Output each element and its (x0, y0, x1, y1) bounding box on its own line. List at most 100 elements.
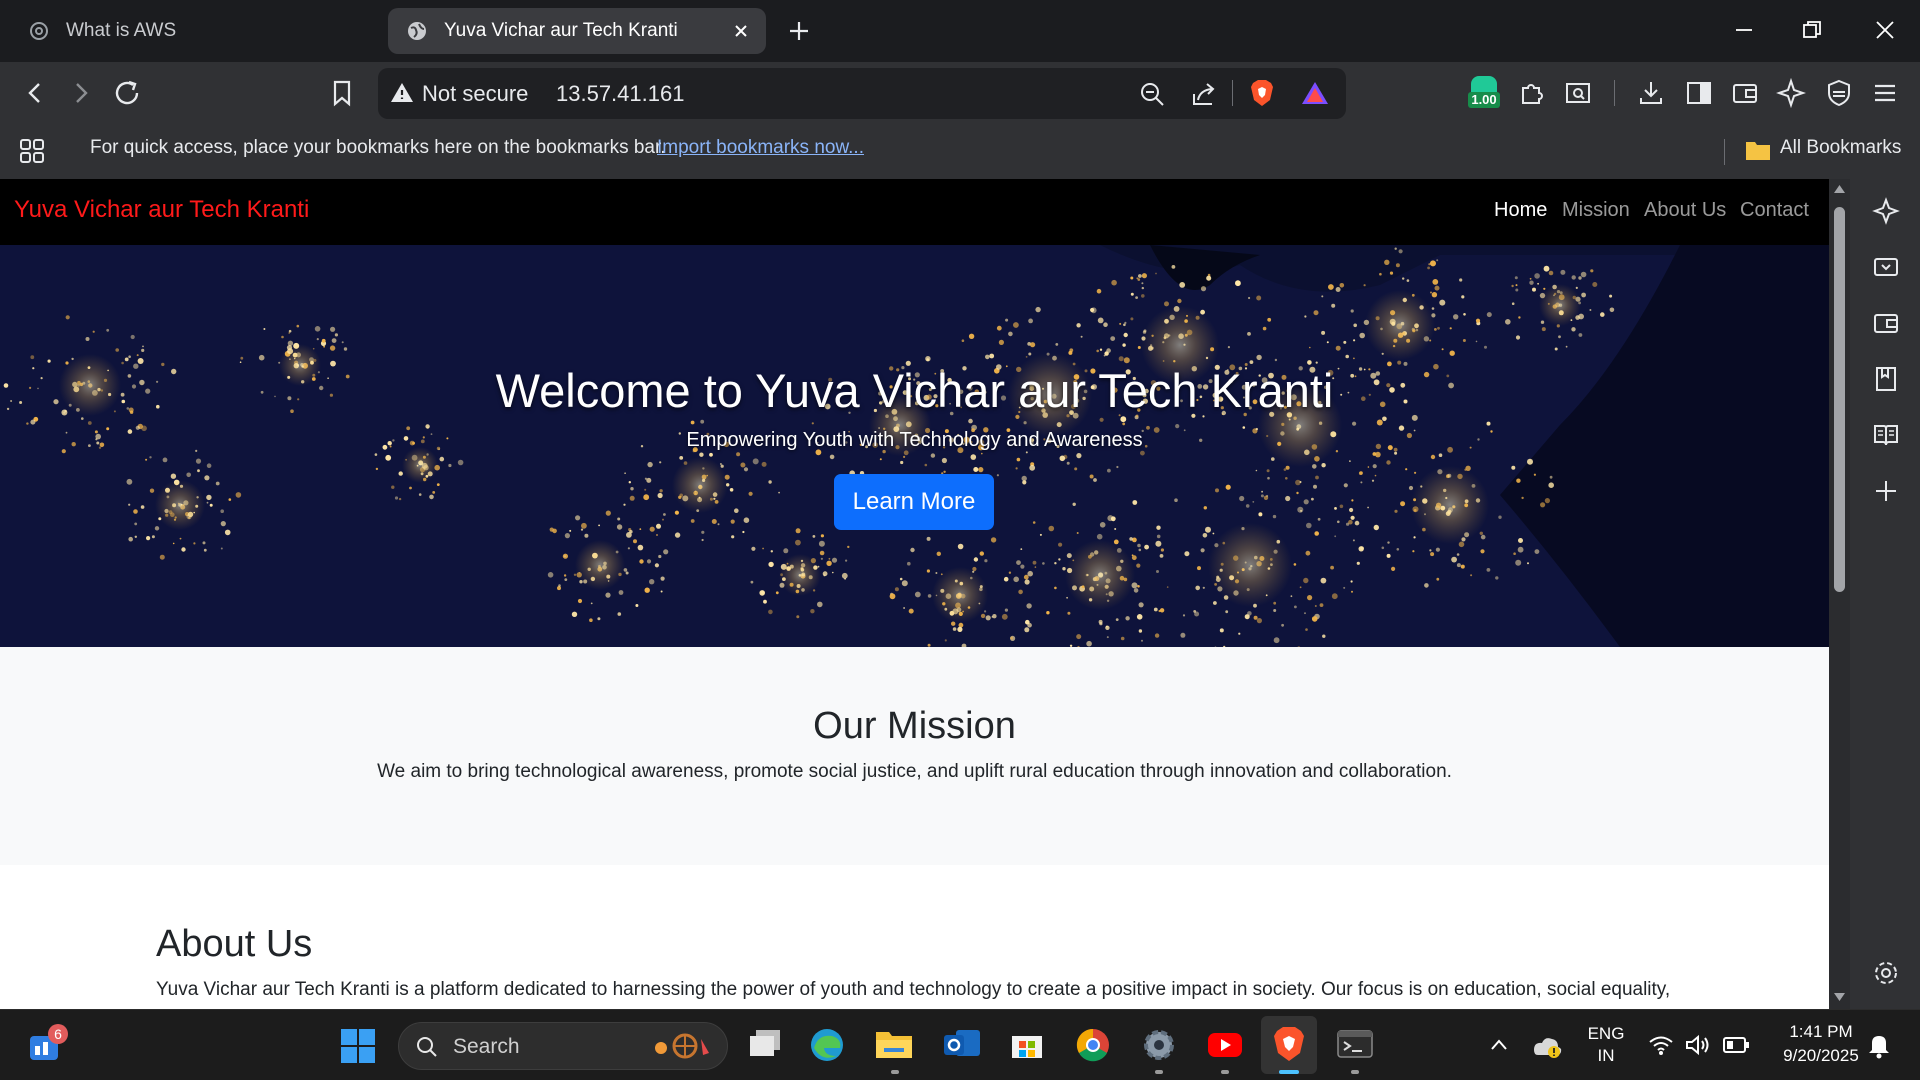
notifications-icon[interactable] (1866, 1032, 1892, 1060)
tab-what-is-aws[interactable]: What is AWS (10, 8, 380, 54)
city-light (617, 517, 621, 521)
extensions-icon[interactable] (1517, 78, 1547, 108)
youtube-icon[interactable] (1206, 1026, 1244, 1062)
edge-icon[interactable] (808, 1026, 846, 1064)
language-indicator[interactable]: ENG IN (1584, 1024, 1628, 1066)
wallet-icon[interactable] (1730, 78, 1760, 108)
site-brand[interactable]: Yuva Vichar aur Tech Kranti (14, 196, 309, 224)
leo-ai-icon[interactable] (1776, 78, 1806, 108)
city-light (1093, 478, 1097, 482)
reading-list-icon[interactable] (1872, 421, 1900, 449)
url-text[interactable]: 13.57.41.161 (556, 81, 684, 107)
vpn-shield-icon[interactable] (1824, 78, 1854, 108)
scroll-up-icon[interactable] (1833, 183, 1846, 195)
show-hidden-icons-icon[interactable] (1488, 1035, 1510, 1055)
add-panel-icon[interactable] (1872, 477, 1900, 505)
city-light (1402, 277, 1405, 280)
share-icon[interactable] (1190, 80, 1218, 108)
city-light (296, 324, 300, 328)
city-light (1074, 467, 1078, 471)
nav-contact[interactable]: Contact (1740, 199, 1809, 222)
city-light (617, 612, 622, 616)
nav-mission[interactable]: Mission (1562, 199, 1630, 222)
browser-toolbar: Not secure 13.57.41.161 1.00 (0, 62, 1920, 125)
import-bookmarks-link[interactable]: Import bookmarks now... (657, 137, 864, 159)
settings-icon[interactable] (1872, 959, 1900, 987)
city-light (1252, 501, 1255, 503)
city-light (1372, 464, 1377, 469)
city-light (1527, 562, 1529, 565)
bookmarks-panel-icon[interactable] (1872, 365, 1900, 393)
widgets-button[interactable]: 6 (28, 1024, 68, 1062)
settings-app-icon[interactable] (1140, 1026, 1178, 1064)
city-light (831, 557, 838, 563)
menu-icon[interactable] (1870, 78, 1900, 108)
city-light (1359, 471, 1363, 475)
brave-rewards-icon[interactable] (1300, 80, 1330, 106)
terminal-icon[interactable] (1336, 1026, 1374, 1062)
restore-icon[interactable] (1800, 18, 1824, 42)
security-label[interactable]: Not secure (422, 81, 528, 107)
city-light (1067, 611, 1071, 615)
windows-start-icon[interactable] (340, 1028, 376, 1064)
taskbar-search[interactable]: Search (398, 1022, 728, 1070)
microsoft-store-icon[interactable] (1008, 1026, 1046, 1062)
city-light (124, 357, 129, 362)
close-window-icon[interactable] (1873, 18, 1897, 42)
zoom-icon[interactable] (1138, 80, 1166, 108)
city-light (142, 345, 144, 348)
new-tab-icon[interactable] (784, 16, 814, 46)
reader-search-icon[interactable] (1563, 78, 1593, 108)
back-icon[interactable] (20, 78, 50, 108)
city-light (1114, 528, 1117, 530)
brave-shields-icon[interactable] (1248, 78, 1276, 108)
apps-grid-icon[interactable] (18, 137, 46, 165)
city-light (1480, 534, 1486, 540)
bookmark-icon[interactable] (328, 78, 356, 108)
wifi-icon[interactable] (1648, 1034, 1674, 1056)
brave-taskbar-active[interactable] (1261, 1016, 1317, 1074)
wallet-icon[interactable] (1872, 309, 1900, 337)
battery-icon[interactable] (1722, 1036, 1750, 1054)
clock[interactable]: 1:41 PM 9/20/2025 (1766, 1022, 1876, 1066)
nav-home[interactable]: Home (1494, 199, 1547, 222)
city-light (1321, 330, 1326, 335)
city-light (30, 419, 36, 425)
volume-icon[interactable] (1684, 1034, 1712, 1056)
wallet-balance[interactable]: 1.00 (1468, 76, 1500, 110)
city-light (743, 517, 750, 523)
forward-icon[interactable] (66, 78, 96, 108)
scroll-down-icon[interactable] (1833, 991, 1846, 1003)
leo-ai-icon[interactable] (1872, 197, 1900, 225)
chrome-icon[interactable] (1074, 1026, 1112, 1064)
city-light (1136, 614, 1143, 620)
city-light (1541, 327, 1546, 332)
page-scrollbar[interactable] (1829, 179, 1850, 1009)
close-tab-icon[interactable] (730, 20, 752, 42)
warning-icon (391, 83, 413, 102)
city-light (126, 478, 133, 485)
city-light (1335, 345, 1341, 351)
file-explorer-icon[interactable] (874, 1026, 914, 1062)
onedrive-warning-icon[interactable] (1530, 1032, 1564, 1060)
city-glow (779, 554, 821, 596)
city-light (1034, 566, 1037, 568)
city-light (1156, 570, 1159, 573)
reload-icon[interactable] (112, 78, 144, 108)
city-light (1266, 469, 1270, 473)
all-bookmarks-button[interactable]: All Bookmarks (1780, 137, 1901, 159)
download-icon[interactable] (1636, 78, 1666, 108)
outlook-icon[interactable] (942, 1026, 982, 1062)
city-light (1571, 327, 1576, 332)
city-light (341, 341, 344, 344)
learn-more-button[interactable]: Learn More (834, 474, 994, 530)
tab-yuva-vichar[interactable]: Yuva Vichar aur Tech Kranti (388, 8, 766, 54)
city-light (1394, 509, 1398, 513)
nav-about-us[interactable]: About Us (1644, 199, 1726, 222)
address-bar[interactable]: Not secure 13.57.41.161 (378, 68, 1346, 119)
sidebar-toggle-icon[interactable] (1684, 78, 1714, 108)
brave-talk-icon[interactable] (1872, 253, 1900, 281)
scroll-thumb[interactable] (1834, 207, 1845, 592)
task-view-icon[interactable] (746, 1026, 784, 1062)
minimize-icon[interactable] (1732, 18, 1756, 42)
